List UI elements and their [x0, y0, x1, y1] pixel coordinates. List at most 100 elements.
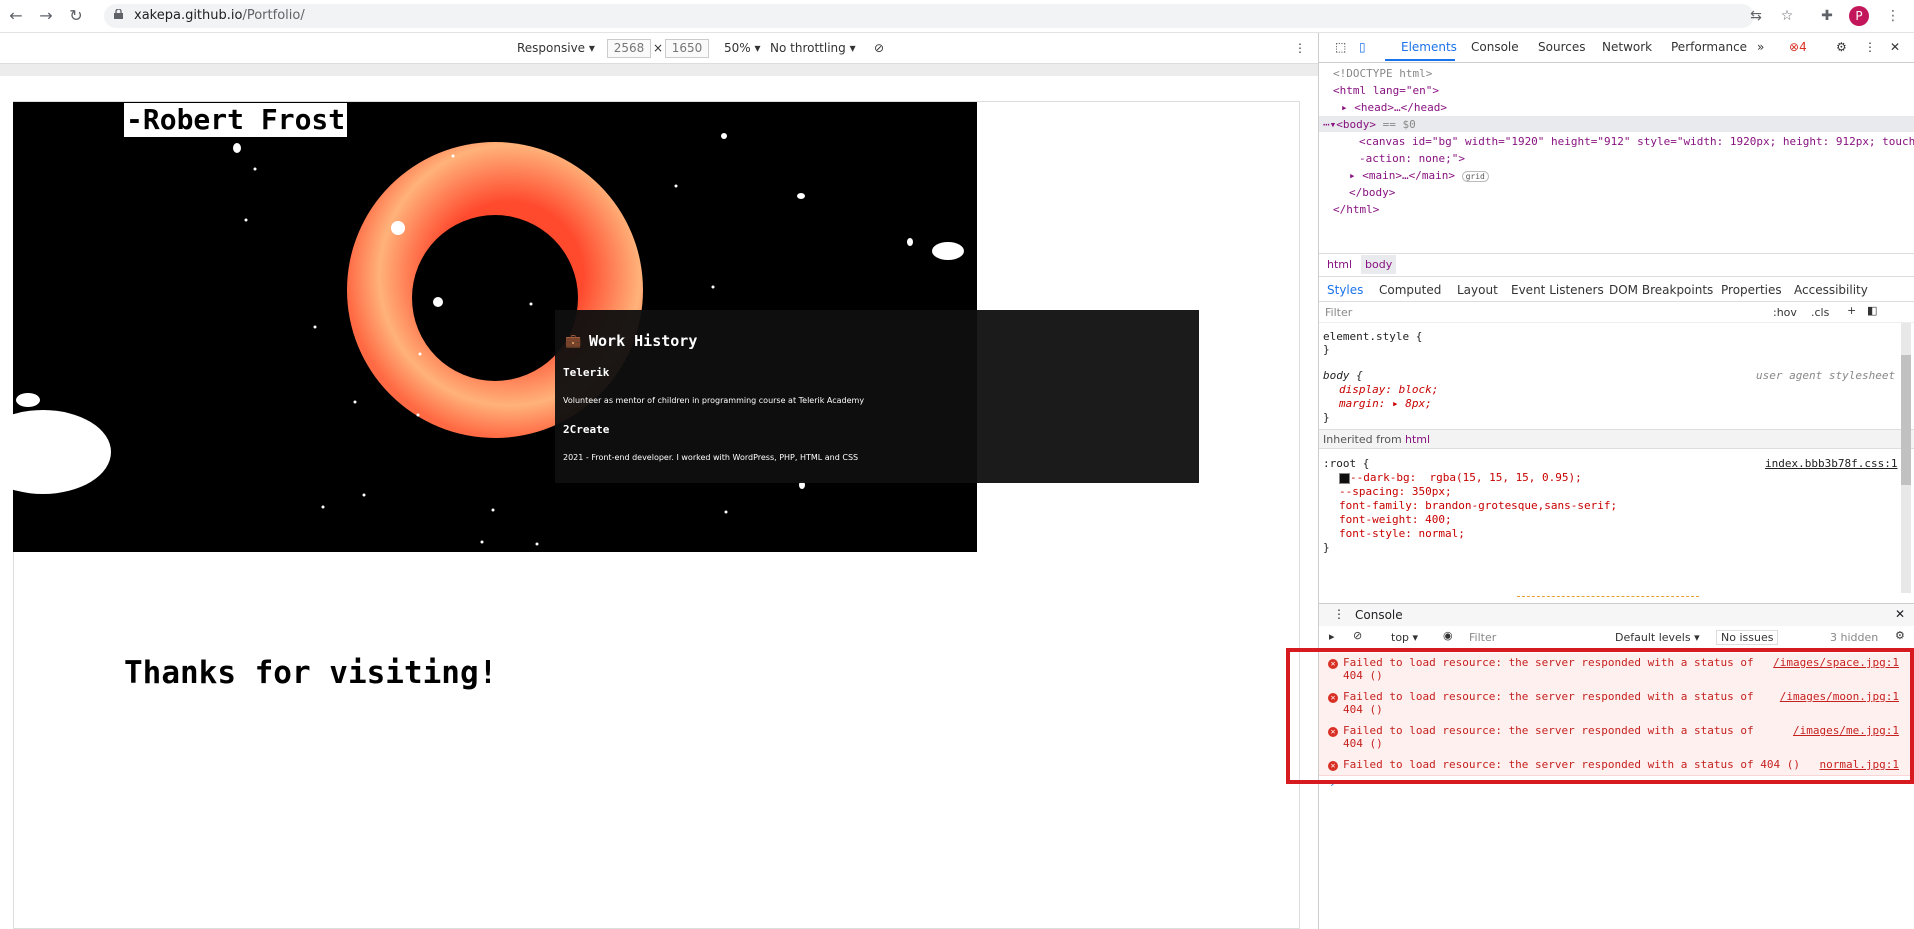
context-select[interactable]: top ▾	[1391, 631, 1418, 644]
breadcrumb-html[interactable]: html	[1327, 258, 1352, 271]
error-count-badge[interactable]: ⊗4	[1789, 40, 1807, 54]
quote-author: -Robert Frost	[124, 103, 348, 137]
css-property-text: --dark-bg: rgba(15, 15, 15, 0.95);	[1350, 471, 1582, 484]
work-history-card: 💼 Work History Telerik Volunteer as ment…	[555, 310, 1199, 483]
star	[244, 218, 248, 222]
css-property[interactable]: --dark-bg: rgba(15, 15, 15, 0.95);	[1339, 471, 1582, 484]
hov-toggle[interactable]: :hov	[1773, 306, 1797, 319]
css-property[interactable]: --spacing: 350px;	[1339, 485, 1452, 498]
device-mode-select[interactable]: Responsive ▾	[517, 41, 595, 55]
subtab-styles[interactable]: Styles	[1327, 283, 1363, 297]
issues-button[interactable]: No issues	[1716, 630, 1779, 645]
element-style-rule[interactable]: element.style {	[1323, 330, 1422, 343]
rule-close: }	[1323, 411, 1330, 424]
dom-head[interactable]: ▸ <head>…</head>	[1341, 101, 1447, 114]
settings-gear-icon[interactable]: ⚙	[1836, 40, 1847, 54]
dom-body-close: </body>	[1349, 186, 1396, 199]
toggle-sidebar-icon[interactable]: ◧	[1867, 304, 1877, 317]
tab-console[interactable]: Console	[1471, 40, 1519, 54]
clear-console-icon[interactable]: ⊘	[1353, 629, 1362, 642]
address-bar[interactable]: xakepa.github.io/Portfolio/	[104, 4, 1754, 28]
breadcrumb-body[interactable]: body	[1361, 255, 1397, 274]
card-title: Work History	[589, 332, 698, 350]
scrollbar-thumb[interactable]	[1901, 355, 1911, 485]
inspect-element-icon[interactable]: ⬚	[1335, 40, 1346, 54]
subtab-dom-breakpoints[interactable]: DOM Breakpoints	[1609, 283, 1713, 297]
drawer-menu-icon[interactable]: ⋮	[1333, 607, 1345, 621]
close-drawer-icon[interactable]: ✕	[1895, 607, 1905, 621]
extensions-icon[interactable]: ✚	[1818, 8, 1836, 24]
star	[724, 510, 728, 514]
log-levels-select[interactable]: Default levels ▾	[1615, 631, 1700, 644]
css-property[interactable]: font-weight: 400;	[1339, 513, 1452, 526]
star	[451, 154, 455, 158]
zoom-select[interactable]: 50% ▾	[724, 41, 761, 55]
throttling-select[interactable]: No throttling ▾	[770, 41, 856, 55]
tab-network[interactable]: Network	[1602, 40, 1652, 54]
css-property[interactable]: font-family: brandon-grotesque,sans-seri…	[1339, 499, 1617, 512]
url-text: xakepa.github.io/Portfolio/	[134, 8, 305, 23]
tab-sources[interactable]: Sources	[1538, 40, 1585, 54]
viewport-width-input[interactable]: 2568	[607, 39, 651, 58]
bookmark-star-icon[interactable]: ☆	[1778, 8, 1796, 24]
new-rule-icon[interactable]: +	[1847, 304, 1856, 317]
device-toggle-icon[interactable]: ▯	[1359, 40, 1366, 54]
star	[321, 505, 325, 509]
subtab-layout[interactable]: Layout	[1457, 283, 1498, 297]
grid-badge[interactable]: grid	[1461, 171, 1489, 182]
drawer-console-tab[interactable]: Console	[1355, 608, 1403, 622]
more-tabs-icon[interactable]: »	[1757, 40, 1764, 54]
viewport-height-input[interactable]: 1650	[665, 39, 709, 58]
live-expression-eye-icon[interactable]: ◉	[1443, 629, 1453, 642]
tab-elements[interactable]: Elements	[1401, 40, 1457, 54]
css-property[interactable]: font-style: normal;	[1339, 527, 1465, 540]
dom-head-text: <head>…</head>	[1354, 101, 1447, 114]
subtab-properties[interactable]: Properties	[1721, 283, 1782, 297]
close-devtools-icon[interactable]: ✕	[1890, 40, 1900, 54]
log-levels-label: Default levels	[1615, 631, 1691, 644]
tab-performance[interactable]: Performance	[1671, 40, 1747, 54]
root-rule-source[interactable]: index.bbb3b78f.css:1	[1765, 457, 1897, 470]
subtab-event-listeners[interactable]: Event Listeners	[1511, 283, 1604, 297]
subtab-computed[interactable]: Computed	[1379, 283, 1441, 297]
color-swatch[interactable]	[1339, 472, 1350, 484]
dom-html-open[interactable]: <html lang="en">	[1333, 84, 1439, 97]
translate-icon[interactable]: ⇆	[1747, 8, 1765, 24]
dom-main[interactable]: ▸ <main>…</main> grid	[1349, 169, 1489, 182]
subtab-accessibility[interactable]: Accessibility	[1794, 283, 1868, 297]
device-toolbar-menu-icon[interactable]: ⋮	[1294, 41, 1306, 55]
forward-icon[interactable]: →	[36, 6, 56, 26]
zoom-label: 50%	[724, 41, 751, 55]
profile-avatar[interactable]: P	[1849, 6, 1869, 26]
star	[313, 325, 317, 329]
styles-scrollbar[interactable]	[1901, 323, 1911, 593]
reload-icon[interactable]: ↻	[66, 6, 86, 26]
css-property[interactable]: display: block;	[1339, 383, 1438, 396]
back-icon[interactable]: ←	[6, 6, 26, 26]
body-rule-source: user agent stylesheet	[1756, 369, 1896, 382]
star	[721, 133, 727, 139]
cls-toggle[interactable]: .cls	[1811, 306, 1829, 319]
star	[907, 238, 913, 246]
root-rule-selector[interactable]: :root {	[1323, 457, 1369, 470]
console-sidebar-icon[interactable]: ▸	[1329, 630, 1335, 643]
browser-menu-icon[interactable]: ⋮	[1884, 8, 1902, 24]
css-property[interactable]: margin: ▸ 8px;	[1339, 397, 1432, 410]
dom-body[interactable]: ⋯▾<body> == $0	[1323, 118, 1416, 131]
styles-filter-input[interactable]: Filter	[1325, 306, 1352, 319]
error-count: 4	[1799, 40, 1807, 54]
dom-body-suffix: == $0	[1376, 118, 1416, 131]
star	[529, 302, 533, 306]
dom-canvas[interactable]: <canvas id="bg" width="1920" height="912…	[1359, 135, 1914, 148]
console-filter-input[interactable]: Filter	[1469, 631, 1496, 644]
inherited-tag[interactable]: html	[1405, 433, 1430, 446]
briefcase-icon: 💼	[565, 334, 582, 349]
rotate-icon[interactable]: ⊘	[874, 41, 884, 55]
body-rule-selector[interactable]: body {	[1323, 369, 1363, 382]
star	[233, 143, 241, 153]
job-company: Telerik	[563, 366, 610, 379]
console-settings-gear-icon[interactable]: ⚙	[1895, 629, 1905, 642]
star	[433, 297, 443, 307]
devtools-menu-icon[interactable]: ⋮	[1864, 40, 1876, 54]
thanks-heading: Thanks for visiting!	[124, 655, 498, 691]
